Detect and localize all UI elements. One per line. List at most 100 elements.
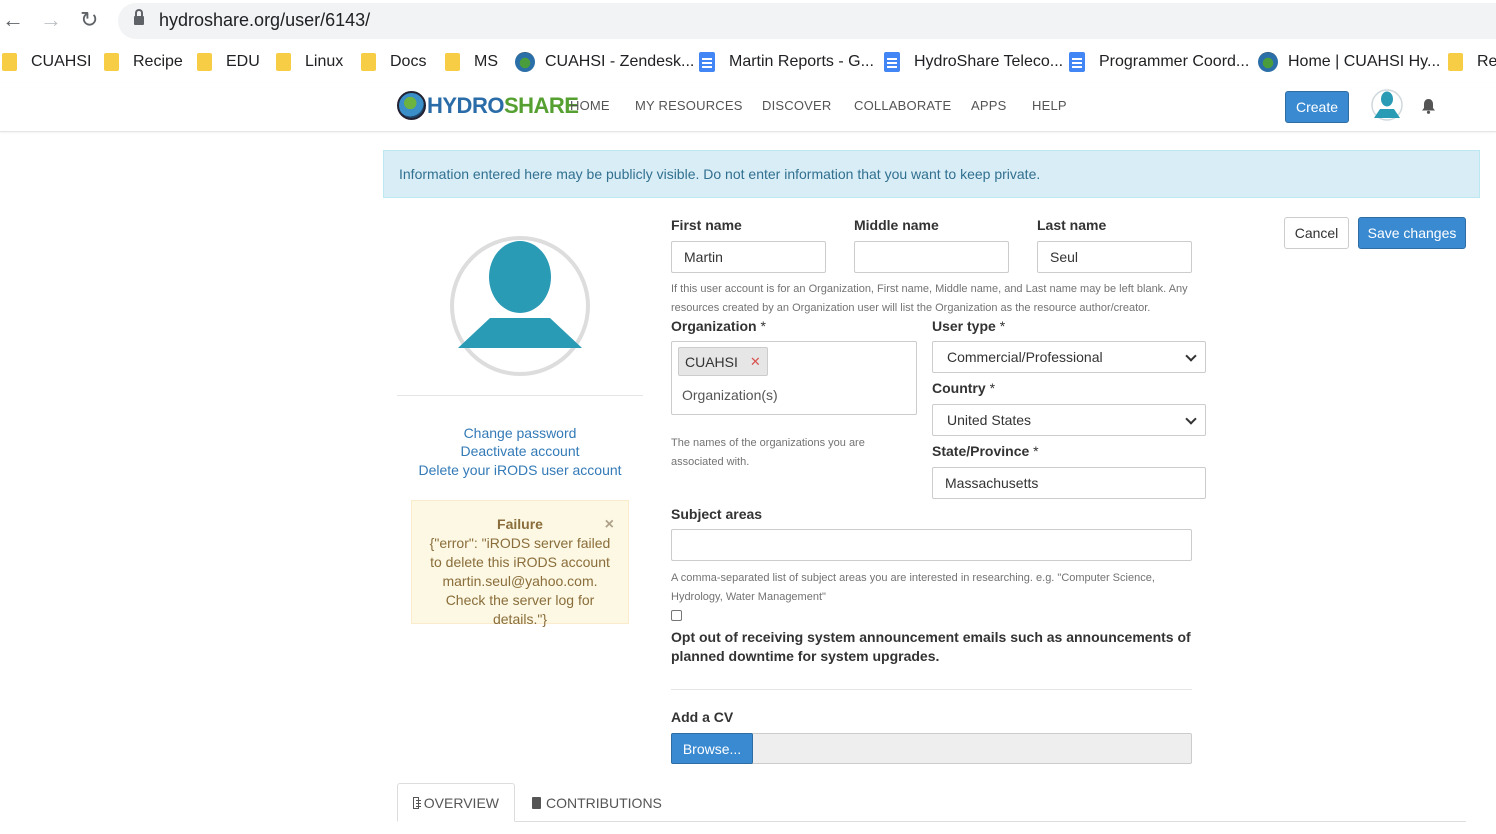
tab-contributions[interactable]: CONTRIBUTIONS [517, 783, 677, 822]
nav-collaborate[interactable]: COLLABORATE [854, 98, 951, 113]
bookmark-item[interactable]: Docs [361, 50, 426, 74]
bookmarks-bar: CUAHSI Recipe EDU Linux Docs MS CUAHSI -… [0, 42, 1496, 82]
doc-icon [699, 52, 715, 72]
folder-icon [445, 53, 460, 71]
file-icon [532, 796, 541, 809]
bookmark-label: EDU [226, 53, 260, 70]
tab-overview-label: OVERVIEW [423, 794, 499, 811]
middle-name-label: Middle name [854, 217, 939, 233]
tab-overview[interactable]: OVERVIEW [397, 783, 515, 822]
nav-apps[interactable]: APPS [971, 98, 1006, 113]
forward-arrow-icon[interactable]: → [40, 8, 62, 32]
save-changes-button[interactable]: Save changes [1358, 217, 1466, 249]
delete-irods-account-link[interactable]: Delete your iRODS user account [397, 462, 643, 478]
url-text[interactable]: hydroshare.org/user/6143/ [159, 10, 370, 31]
last-name-field[interactable]: Seul [1037, 241, 1192, 273]
required-mark: * [760, 318, 766, 334]
folder-icon [2, 53, 17, 71]
organization-tag: CUAHSI ✕ [678, 347, 768, 376]
globe-icon [515, 52, 535, 72]
state-label: State/Province * [932, 443, 1039, 459]
state-field[interactable]: Massachusetts [932, 467, 1206, 499]
bookmark-item[interactable]: Programmer Coord... [1069, 50, 1249, 74]
nav-home[interactable]: HOME [570, 98, 610, 113]
bookmark-item[interactable]: Home | CUAHSI Hy... [1258, 50, 1440, 74]
bookmark-item[interactable]: Rer [1448, 50, 1496, 74]
country-select[interactable]: United States [932, 404, 1206, 436]
organization-input[interactable]: CUAHSI ✕ Organization(s) [671, 341, 917, 415]
cv-divider [671, 689, 1192, 690]
deactivate-account-link[interactable]: Deactivate account [397, 443, 643, 459]
bookmark-item[interactable]: Martin Reports - G... [699, 50, 874, 74]
user-type-select[interactable]: Commercial/Professional [932, 341, 1206, 373]
globe-icon [1258, 52, 1278, 72]
close-icon[interactable]: × [605, 515, 614, 534]
site-header: HYDROSHARE HOME MY RESOURCES DISCOVER CO… [0, 83, 1496, 132]
chevron-down-icon [1185, 350, 1197, 362]
remove-tag-icon[interactable]: ✕ [750, 354, 761, 370]
chevron-down-icon [1185, 413, 1197, 425]
bookmark-item[interactable]: CUAHSI - Zendesk... [515, 50, 694, 74]
folder-icon [361, 53, 376, 71]
change-password-link[interactable]: Change password [397, 425, 643, 441]
profile-avatar-icon[interactable] [450, 235, 590, 377]
logo-text-part: HYDRO [427, 92, 504, 118]
lock-icon [134, 9, 144, 27]
bookmark-item[interactable]: Recipe [104, 50, 183, 74]
bookmark-label: Recipe [133, 53, 183, 70]
create-button[interactable]: Create [1285, 91, 1349, 123]
middle-name-field[interactable] [854, 241, 1009, 273]
failure-title: Failure [497, 516, 543, 532]
bookmark-item[interactable]: HydroShare Teleco... [884, 50, 1063, 74]
bookmark-item[interactable]: Linux [276, 50, 343, 74]
bookmark-item[interactable]: CUAHSI [2, 50, 91, 74]
back-arrow-icon[interactable]: ← [2, 8, 24, 32]
bookmark-item[interactable]: EDU [197, 50, 260, 74]
doc-icon [1069, 52, 1085, 72]
organization-tag-label: CUAHSI [685, 353, 738, 370]
organization-help-text: The names of the organizations you are a… [671, 437, 865, 468]
bookmark-label: Programmer Coord... [1099, 53, 1250, 70]
optout-checkbox[interactable] [671, 610, 682, 621]
user-type-value: Commercial/Professional [947, 349, 1103, 365]
user-type-label-text: User type [932, 318, 996, 334]
bookmark-label: Docs [390, 53, 427, 70]
bookmark-label: HydroShare Teleco... [914, 53, 1064, 70]
doc-icon [884, 52, 900, 72]
failure-alert: × Failure {"error": "iRODS server failed… [411, 500, 629, 627]
browse-button[interactable]: Browse... [671, 733, 753, 764]
logo-globe-icon [397, 91, 426, 120]
cv-file-input[interactable]: Browse... [671, 733, 1192, 764]
subject-areas-field[interactable] [671, 529, 1192, 561]
country-value: United States [947, 412, 1032, 428]
required-mark: * [999, 318, 1006, 334]
user-profile-icon[interactable] [1371, 88, 1403, 122]
bookmark-label: CUAHSI [31, 53, 92, 70]
nav-my-resources[interactable]: MY RESOURCES [635, 98, 743, 113]
first-name-field[interactable]: Martin [671, 241, 826, 273]
folder-icon [276, 53, 291, 71]
notification-bell-icon[interactable] [1421, 98, 1436, 114]
required-mark: * [1033, 443, 1039, 459]
bookmark-item[interactable]: MS [445, 50, 498, 74]
add-cv-label: Add a CV [671, 709, 734, 725]
nav-help[interactable]: HELP [1032, 98, 1067, 113]
folder-icon [197, 53, 212, 71]
folder-icon [104, 53, 119, 71]
hydroshare-logo[interactable]: HYDROSHARE [397, 91, 579, 120]
tab-contributions-label: CONTRIBUTIONS [546, 794, 662, 811]
organization-label: Organization * [671, 318, 766, 334]
bookmark-label: MS [474, 53, 498, 70]
address-bar[interactable]: hydroshare.org/user/6143/ [118, 3, 1496, 39]
organization-placeholder[interactable]: Organization(s) [682, 387, 778, 403]
bookmark-label: Home | CUAHSI Hy... [1288, 53, 1441, 70]
nav-discover[interactable]: DISCOVER [762, 98, 832, 113]
sidebar-divider [397, 395, 643, 396]
reload-icon[interactable]: ↻ [80, 8, 98, 32]
cancel-button[interactable]: Cancel [1284, 217, 1349, 249]
logo-text: HYDROSHARE [427, 92, 579, 119]
state-label-text: State/Province [932, 443, 1030, 459]
browser-toolbar: ← → ↻ hydroshare.org/user/6143/ [0, 0, 1496, 42]
subject-areas-help-text: A comma-separated list of subject areas … [671, 572, 1155, 603]
name-help-text: If this user account is for an Organizat… [671, 283, 1188, 314]
